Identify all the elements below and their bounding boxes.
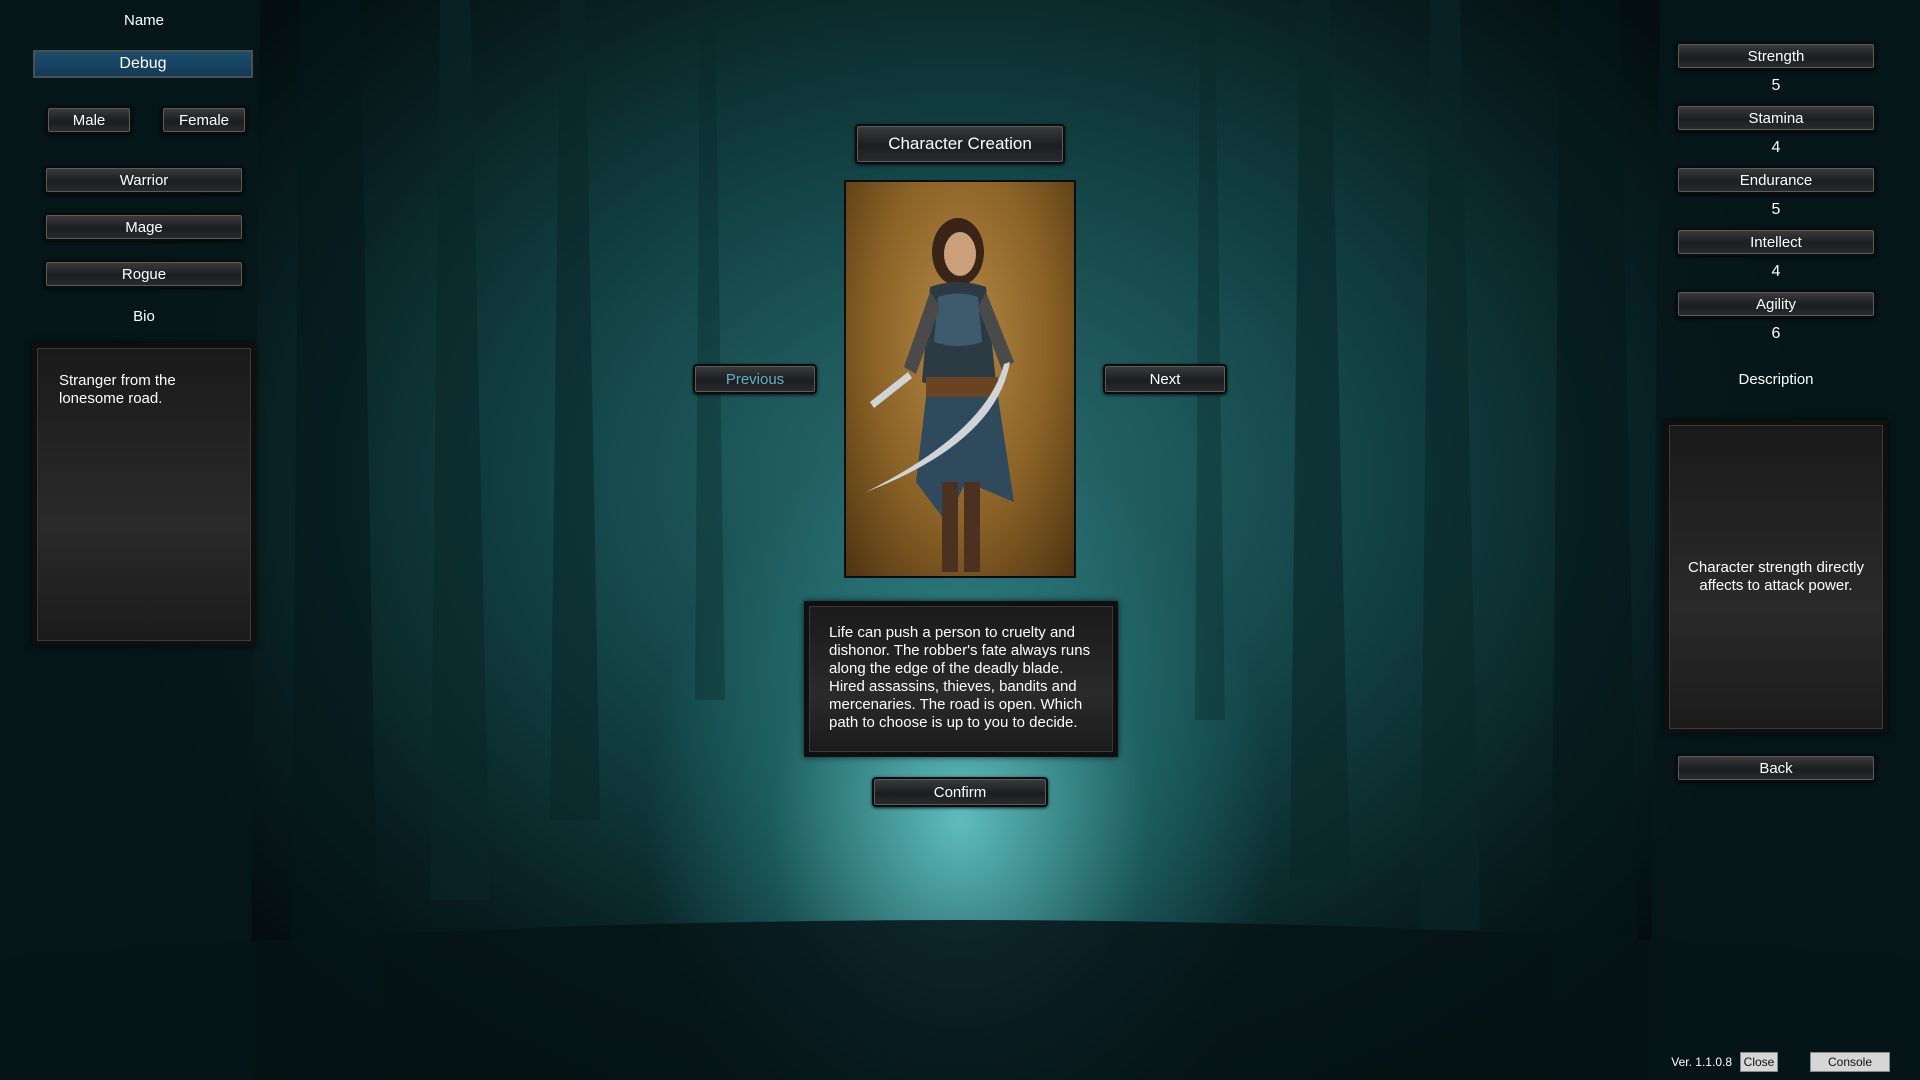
back-button[interactable]: Back [1676, 754, 1876, 782]
class-mage-button[interactable]: Mage [44, 213, 244, 241]
confirm-button[interactable]: Confirm [872, 777, 1048, 807]
stat-endurance-value: 5 [1771, 201, 1781, 218]
stat-description-box: Character strength directly affects to a… [1664, 420, 1888, 734]
next-button[interactable]: Next [1103, 364, 1227, 394]
stat-endurance-label[interactable]: Endurance [1676, 166, 1876, 194]
male-button[interactable]: Male [46, 106, 132, 134]
description-label: Description [1738, 371, 1814, 388]
console-button[interactable]: Console [1810, 1052, 1890, 1072]
class-warrior-button[interactable]: Warrior [44, 166, 244, 194]
version-label: Ver. 1.1.0.8 [1671, 1055, 1732, 1069]
class-description-box: Life can push a person to cruelty and di… [804, 601, 1118, 757]
stat-stamina-value: 4 [1771, 139, 1781, 156]
page-title: Character Creation [855, 124, 1065, 164]
stat-agility-value: 6 [1771, 325, 1781, 342]
stat-stamina-label[interactable]: Stamina [1676, 104, 1876, 132]
stat-description-text: Character strength directly affects to a… [1688, 559, 1864, 594]
stat-intellect-label[interactable]: Intellect [1676, 228, 1876, 256]
name-label: Name [123, 12, 164, 29]
bio-text: Stranger from the lonesome road. [59, 372, 176, 407]
character-portrait [844, 180, 1076, 578]
stat-agility-label[interactable]: Agility [1676, 290, 1876, 318]
class-rogue-button[interactable]: Rogue [44, 260, 244, 288]
stat-strength-value: 5 [1771, 77, 1781, 94]
close-button[interactable]: Close [1740, 1052, 1778, 1072]
female-button[interactable]: Female [161, 106, 247, 134]
bio-label: Bio [133, 308, 155, 325]
name-input[interactable]: Debug [33, 50, 253, 78]
previous-button[interactable]: Previous [693, 364, 817, 394]
class-description-text: Life can push a person to cruelty and di… [829, 624, 1091, 731]
stat-intellect-value: 4 [1771, 263, 1781, 280]
stat-strength-label[interactable]: Strength [1676, 42, 1876, 70]
bio-textarea[interactable]: Stranger from the lonesome road. [32, 343, 256, 646]
